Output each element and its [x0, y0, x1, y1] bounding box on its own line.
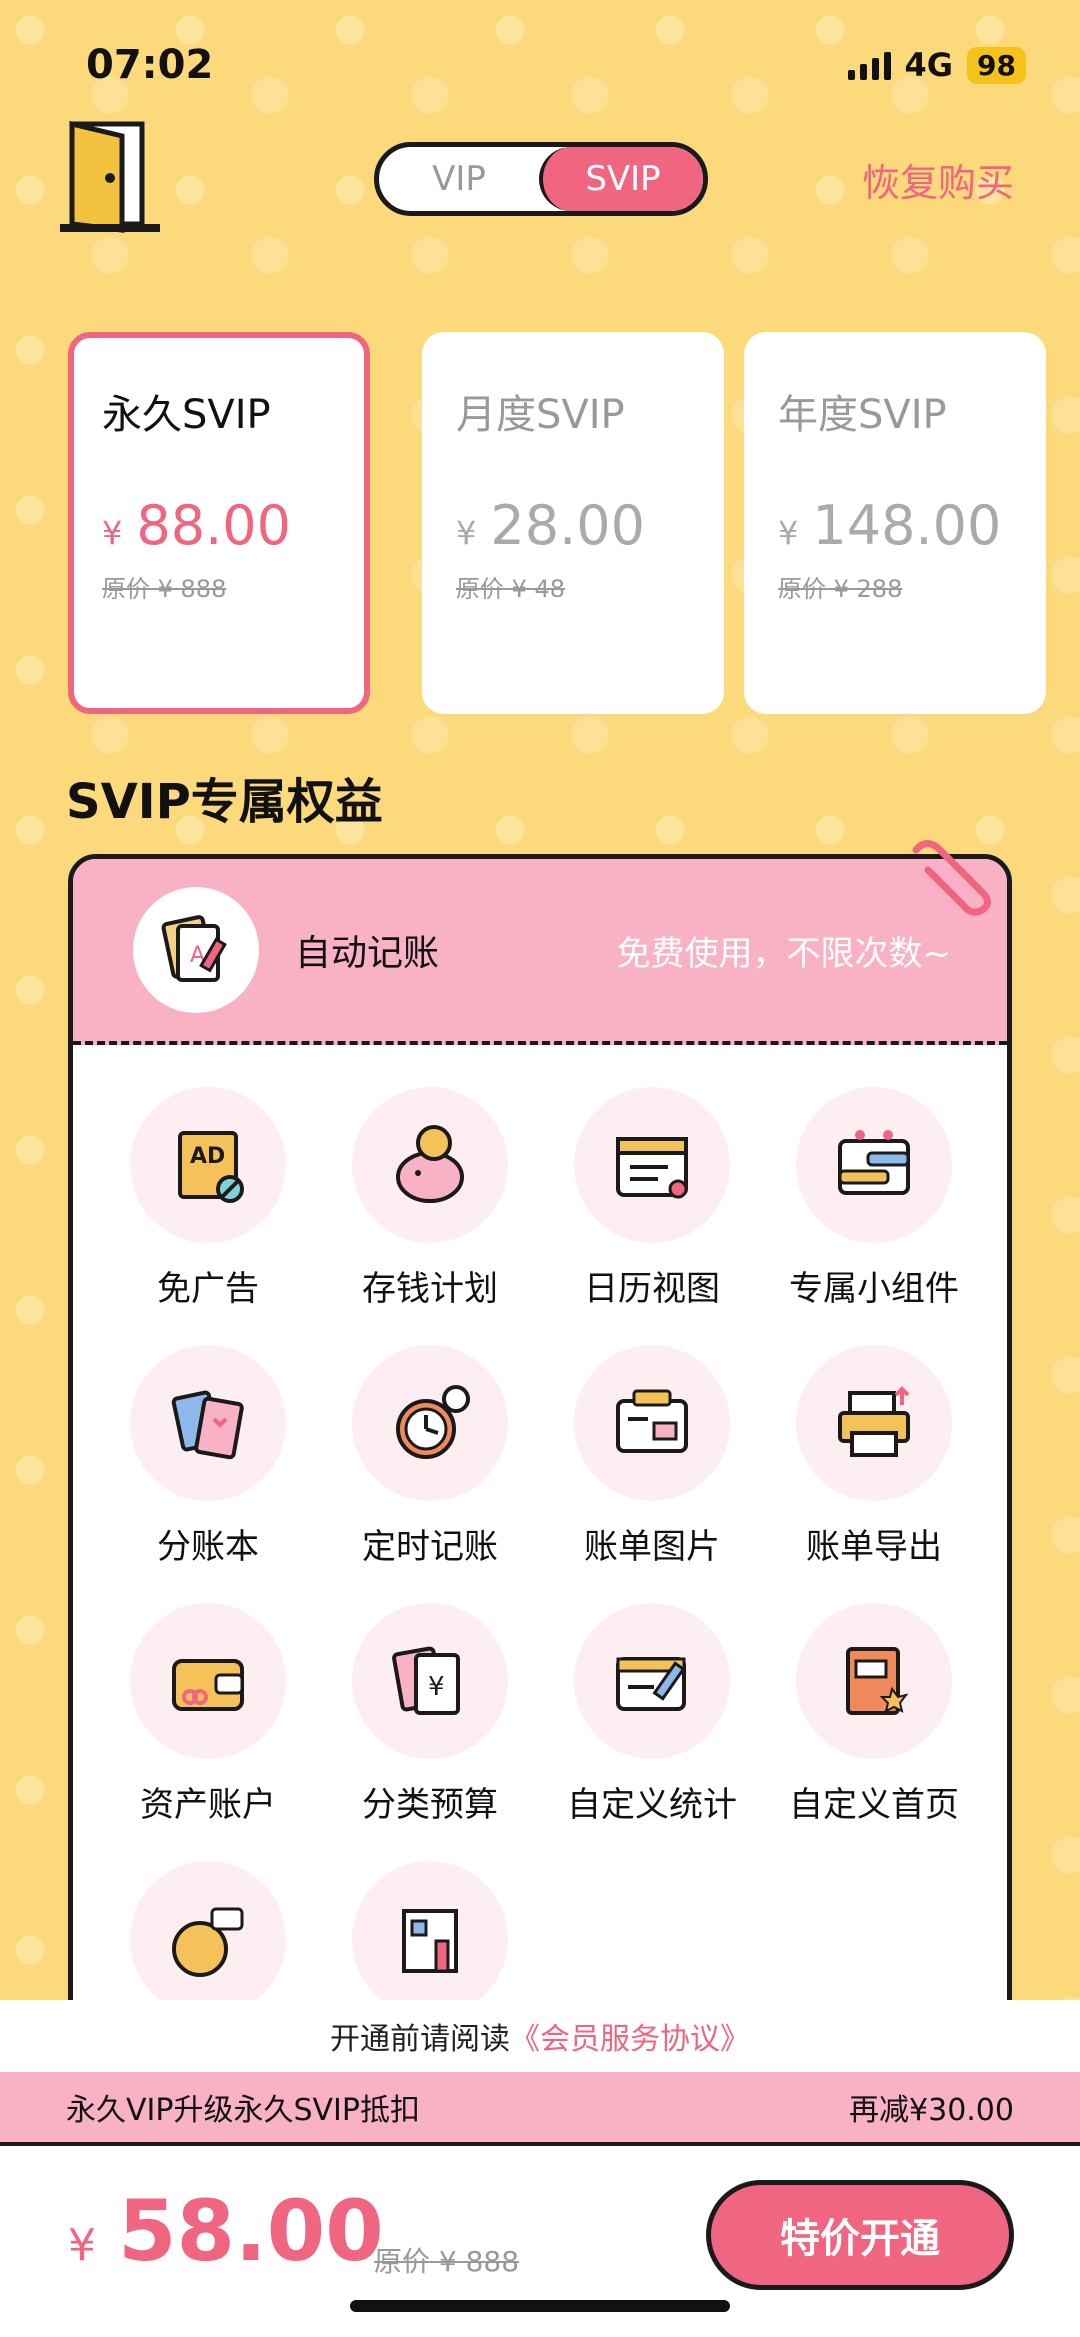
currency-symbol: ¥ [778, 514, 799, 552]
benefit-item[interactable]: 定时记账 [319, 1345, 541, 1568]
featured-desc: 免费使用，不限次数~ [616, 933, 952, 974]
currency-symbol: ¥ [456, 514, 477, 552]
status-time: 07:02 [86, 42, 214, 88]
featured-label: 自动记账 [295, 933, 440, 974]
alarm-clock-icon [352, 1345, 508, 1501]
original-price: 原价 ¥ 888 [102, 575, 227, 603]
svg-text:AD: AD [190, 1144, 225, 1169]
printer-export-icon [796, 1345, 952, 1501]
benefit-label: 分类预算 [362, 1785, 498, 1825]
agreement-link[interactable]: 《会员服务协议》 [510, 2014, 750, 2058]
benefit-item[interactable]: 资产账户 [97, 1603, 319, 1826]
benefit-label: 账单图片 [584, 1527, 720, 1567]
signal-icon [847, 50, 891, 80]
price-value: 148.00 [812, 494, 1002, 557]
svg-text:¥: ¥ [428, 1672, 445, 1702]
original-price: 原价 ¥ 48 [456, 575, 566, 603]
ledger-books-icon [130, 1345, 286, 1501]
benefit-label: 存钱计划 [362, 1269, 498, 1309]
benefit-label: 账单导出 [806, 1527, 942, 1567]
currency-symbol: ¥ [102, 514, 123, 552]
benefit-label: 免广告 [157, 1269, 259, 1309]
plan-card-lifetime[interactable]: 永久SVIP ¥ 88.00 原价 ¥ 888 [68, 332, 370, 714]
benefit-label: 分账本 [157, 1527, 259, 1567]
benefit-item[interactable]: 自定义首页 [763, 1603, 985, 1826]
notebook-icon [796, 1603, 952, 1759]
price-value: 58.00 [118, 2182, 384, 2280]
featured-benefit[interactable]: A 自动记账 免费使用，不限次数~ [73, 859, 1007, 1045]
calendar-icon [574, 1087, 730, 1243]
tab-vip[interactable]: VIP [379, 147, 539, 211]
exit-door-icon[interactable] [60, 118, 172, 238]
custom-stats-icon [574, 1603, 730, 1759]
agreement-bar: 开通前请阅读 《会员服务协议》 [0, 2000, 1080, 2072]
bear-message-icon [130, 1861, 286, 2017]
plan-price: ¥ 148.00 [778, 494, 1046, 557]
paperclip-icon [906, 830, 996, 920]
budget-document-icon: ¥ [352, 1603, 508, 1759]
plan-price: ¥ 88.00 [102, 494, 364, 557]
final-price: ¥ 58.00 [68, 2182, 384, 2280]
home-indicator[interactable] [350, 2300, 730, 2312]
ad-block-icon: AD [130, 1087, 286, 1243]
benefit-item[interactable]: 账单导出 [763, 1345, 985, 1568]
price-value: 28.00 [490, 494, 645, 557]
benefit-label: 日历视图 [584, 1269, 720, 1309]
benefit-label: 自定义统计 [567, 1785, 737, 1825]
benefit-label: 资产账户 [140, 1785, 276, 1825]
benefit-label: 专属小组件 [789, 1269, 959, 1309]
benefit-item[interactable]: 分账本 [97, 1345, 319, 1568]
building-icon [352, 1861, 508, 2017]
agreement-prefix: 开通前请阅读 [330, 2022, 510, 2057]
section-title: SVIP专属权益 [66, 774, 383, 830]
benefit-item[interactable]: 专属小组件 [763, 1087, 985, 1310]
upgrade-discount-bar: 永久VIP升级永久SVIP抵扣 再减¥30.00 [0, 2072, 1080, 2146]
original-price: 原价 ¥ 288 [778, 575, 903, 603]
benefit-label: 定时记账 [362, 1527, 498, 1567]
plan-card-yearly[interactable]: 年度SVIP ¥ 148.00 原价 ¥ 288 [744, 332, 1046, 714]
plan-name: 年度SVIP [778, 392, 947, 438]
benefits-panel: A 自动记账 免费使用，不限次数~ AD 免广告 存钱计划 日历视图 专属小组件… [68, 854, 1012, 2054]
benefit-item[interactable]: 存钱计划 [319, 1087, 541, 1310]
benefit-item[interactable]: AD 免广告 [97, 1087, 319, 1310]
membership-toggle[interactable]: VIP SVIP [374, 142, 708, 216]
widget-icon [796, 1087, 952, 1243]
battery-badge: 98 [967, 46, 1026, 84]
benefit-item[interactable]: 自定义统计 [541, 1603, 763, 1826]
plan-card-monthly[interactable]: 月度SVIP ¥ 28.00 原价 ¥ 48 [422, 332, 724, 714]
final-original-price: 原价 ¥ 888 [374, 2245, 520, 2278]
bill-image-icon [574, 1345, 730, 1501]
wallet-icon [130, 1603, 286, 1759]
price-value: 88.00 [136, 494, 291, 557]
upgrade-label: 永久VIP升级永久SVIP抵扣 [66, 2093, 420, 2128]
benefit-item[interactable]: ¥ 分类预算 [319, 1603, 541, 1826]
auto-bookkeeping-icon: A [133, 887, 259, 1013]
restore-purchase-link[interactable]: 恢复购买 [862, 152, 1014, 207]
benefit-item[interactable]: 账单图片 [541, 1345, 763, 1568]
tab-svip[interactable]: SVIP [539, 147, 703, 211]
network-label: 4G [904, 46, 954, 84]
status-indicators: 4G 98 [847, 46, 1026, 84]
piggy-bank-icon [352, 1087, 508, 1243]
upgrade-discount: 再减¥30.00 [849, 2093, 1014, 2128]
plan-name: 永久SVIP [102, 392, 271, 438]
currency-symbol: ¥ [68, 2220, 96, 2271]
purchase-button[interactable]: 特价开通 [706, 2180, 1014, 2290]
plan-name: 月度SVIP [456, 392, 625, 438]
benefit-label: 自定义首页 [789, 1785, 959, 1825]
benefit-item[interactable]: 日历视图 [541, 1087, 763, 1310]
plan-price: ¥ 28.00 [456, 494, 724, 557]
